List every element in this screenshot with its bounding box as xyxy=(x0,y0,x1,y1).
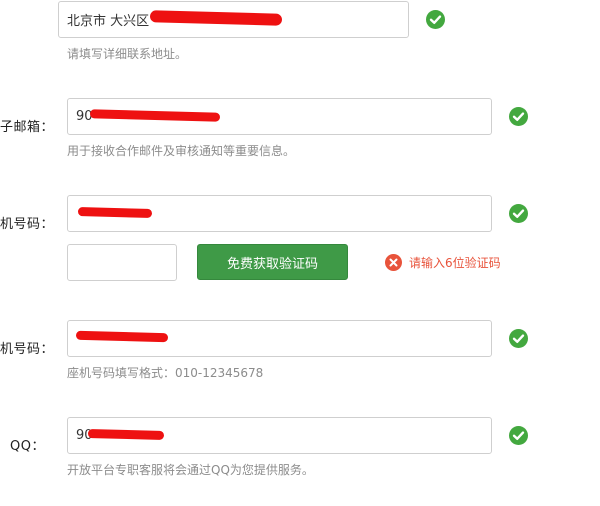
qq-label: QQ： xyxy=(10,439,45,454)
email-label: 子邮箱： xyxy=(0,120,55,135)
mobile-label: 机号码： xyxy=(0,217,55,232)
mobile-redaction xyxy=(77,207,153,218)
email-check-icon xyxy=(509,107,528,126)
close-circle-icon xyxy=(385,254,402,271)
address-hint: 请填写详细联系地址。 xyxy=(67,47,188,61)
qq-check-icon xyxy=(509,426,528,445)
verify-error-text: 请输入6位验证码 xyxy=(409,256,501,270)
get-verify-code-button[interactable]: 免费获取验证码 xyxy=(197,244,348,280)
landline-check-icon xyxy=(509,329,528,348)
verify-code-input[interactable] xyxy=(67,244,177,281)
email-hint: 用于接收合作邮件及审核通知等重要信息。 xyxy=(67,144,296,158)
qq-hint: 开放平台专职客服将会通过QQ为您提供服务。 xyxy=(67,463,314,477)
landline-hint: 座机号码填写格式：010-12345678 xyxy=(67,366,264,380)
landline-label: 机号码： xyxy=(0,342,55,357)
address-region-prefix: 北京市 大兴区 xyxy=(67,14,150,29)
mobile-check-icon xyxy=(509,204,528,223)
address-check-icon xyxy=(426,10,445,29)
